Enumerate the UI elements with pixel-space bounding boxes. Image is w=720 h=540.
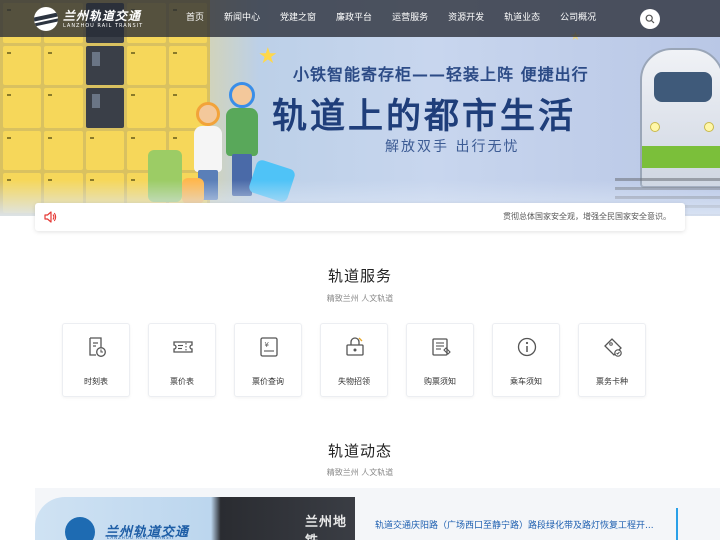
logo-mark-icon (34, 7, 58, 31)
news-headline-link[interactable]: 轨道交通庆阳路（广场西口至静宁路）路段绿化带及路灯恢复工程开... (375, 518, 657, 531)
logo-mark-icon (65, 517, 95, 540)
logo-name-cn: 兰州轨道交通 (63, 8, 142, 23)
news-image[interactable]: 兰州轨道交通 LANZHOU RAIL TRANSIT 兰州地铁 (35, 497, 355, 540)
service-card-lost-found[interactable]: 失物招领 (320, 323, 388, 397)
news-image-sign: 兰州地铁 (305, 515, 348, 540)
speaker-icon (44, 211, 57, 223)
nav-item-company[interactable]: 公司概况 (550, 0, 606, 37)
nav-item-business[interactable]: 轨道业态 (494, 0, 550, 37)
kid-girl-body (194, 126, 222, 172)
lost-found-icon (346, 337, 364, 356)
service-label: 购票须知 (424, 377, 456, 386)
news-scroll-indicator (676, 508, 678, 540)
nav-item-home[interactable]: 首页 (176, 0, 214, 37)
notice-text[interactable]: 贯彻总体国家安全观，增强全民国家安全意识。 (503, 203, 671, 231)
service-label: 票价查询 (252, 377, 284, 386)
hero-tagline: 解放双手 出行无忧 (385, 139, 520, 155)
star-icon: ★ (258, 44, 278, 69)
service-cards: 时刻表 票价表 ¥ 票价查询 失物招领 购票须知 乘车须知 票务卡种 (62, 323, 646, 397)
news-subtitle: 精致兰州 人文轨道 (326, 468, 394, 477)
nav-menu: 首页 新闻中心 党建之窗 廉政平台 运营服务 资源开发 轨道业态 公司概况 (176, 0, 606, 37)
service-label: 失物招领 (338, 377, 370, 386)
hero-title: 轨道上的都市生活 (272, 97, 577, 137)
nav-item-news[interactable]: 新闻中心 (214, 0, 270, 37)
train-illustration (640, 48, 720, 188)
services-subtitle: 精致兰州 人文轨道 (326, 294, 394, 303)
hero-subtitle: 小铁智能寄存柜——轻装上阵 便捷出行 (293, 65, 589, 84)
notice-bar[interactable]: 贯彻总体国家安全观，增强全民国家安全意识。 (35, 203, 685, 231)
service-card-fare-query[interactable]: ¥ 票价查询 (234, 323, 302, 397)
service-label: 乘车须知 (510, 377, 542, 386)
news-title: 轨道动态 (327, 442, 392, 460)
nav-item-party[interactable]: 党建之窗 (270, 0, 326, 37)
fare-query-icon: ¥ (260, 337, 278, 357)
service-card-card-types[interactable]: 票务卡种 (578, 323, 646, 397)
service-label: 票务卡种 (596, 377, 628, 386)
service-card-timetable[interactable]: 时刻表 (62, 323, 130, 397)
service-label: 时刻表 (84, 377, 108, 386)
info-icon (517, 337, 537, 357)
services-title: 轨道服务 (327, 267, 392, 285)
search-button[interactable] (640, 9, 660, 29)
nav-item-integrity[interactable]: 廉政平台 (326, 0, 382, 37)
service-card-purchase-notice[interactable]: 购票须知 (406, 323, 474, 397)
ticket-icon (173, 341, 193, 353)
nav-item-resources[interactable]: 资源开发 (438, 0, 494, 37)
kid-boy-illustration (229, 82, 255, 108)
purchase-notice-icon (432, 338, 451, 356)
service-card-ride-notice[interactable]: 乘车须知 (492, 323, 560, 397)
site-logo[interactable]: 兰州轨道交通 LANZHOU RAIL TRANSIT (34, 7, 143, 31)
kid-boy-body (226, 108, 258, 156)
svg-text:¥: ¥ (265, 341, 270, 349)
search-icon (645, 14, 655, 24)
timetable-icon (89, 337, 106, 357)
nav-item-operations[interactable]: 运营服务 (382, 0, 438, 37)
top-navbar: 兰州轨道交通 LANZHOU RAIL TRANSIT 首页 新闻中心 党建之窗… (0, 0, 720, 37)
service-card-fare-table[interactable]: 票价表 (148, 323, 216, 397)
logo-name-en: LANZHOU RAIL TRANSIT (63, 22, 144, 29)
service-label: 票价表 (170, 377, 194, 386)
news-image-brand-en: LANZHOU RAIL TRANSIT (107, 535, 176, 540)
card-types-icon (604, 338, 622, 357)
kid-girl-illustration (196, 102, 220, 126)
